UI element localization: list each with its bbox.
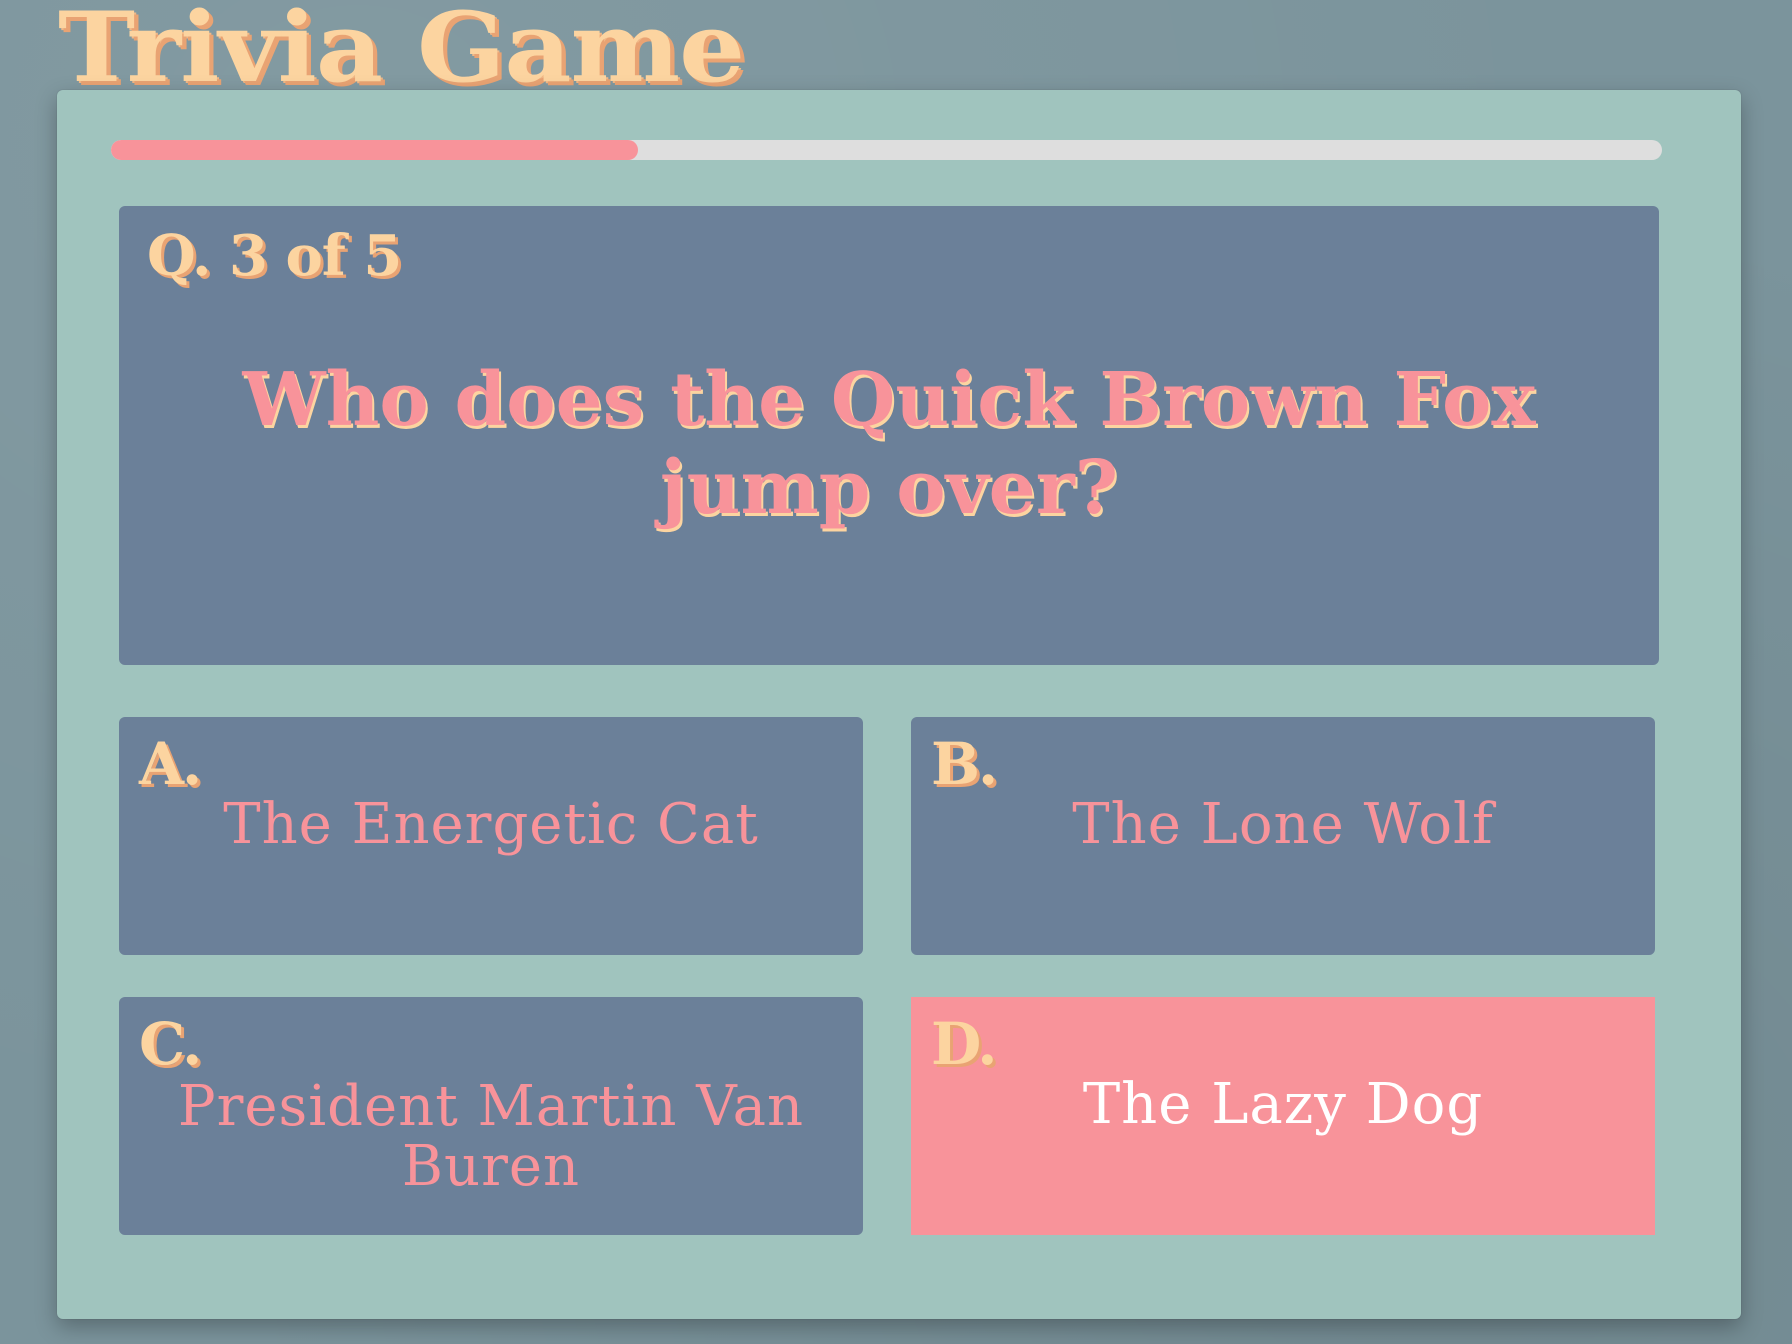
question-counter: Q. 3 of 5: [147, 223, 402, 289]
answer-text: The Lone Wolf: [1072, 792, 1494, 857]
answer-text: President Martin Van Buren: [177, 1074, 805, 1199]
answer-text: The Lazy Dog: [1082, 1072, 1484, 1137]
answer-option-a[interactable]: A. The Energetic Cat: [119, 717, 863, 955]
app-title: Trivia Game: [58, 0, 745, 104]
answer-letter: B.: [931, 730, 998, 798]
game-card: Q. 3 of 5 Who does the Quick Brown Fox j…: [57, 90, 1741, 1319]
progress-fill: [111, 140, 639, 160]
question-panel: Q. 3 of 5 Who does the Quick Brown Fox j…: [119, 206, 1659, 665]
question-text: Who does the Quick Brown Fox jump over?: [242, 357, 1536, 531]
answer-letter: C.: [139, 1010, 202, 1078]
answer-letter: D.: [931, 1010, 997, 1078]
progress-bar: [111, 140, 1662, 160]
answer-text: The Energetic Cat: [223, 792, 759, 857]
answer-letter: A.: [139, 730, 202, 798]
answer-option-c[interactable]: C. President Martin Van Buren: [119, 997, 863, 1235]
answer-option-b[interactable]: B. The Lone Wolf: [911, 717, 1655, 955]
answer-option-d[interactable]: D. The Lazy Dog: [911, 997, 1655, 1235]
